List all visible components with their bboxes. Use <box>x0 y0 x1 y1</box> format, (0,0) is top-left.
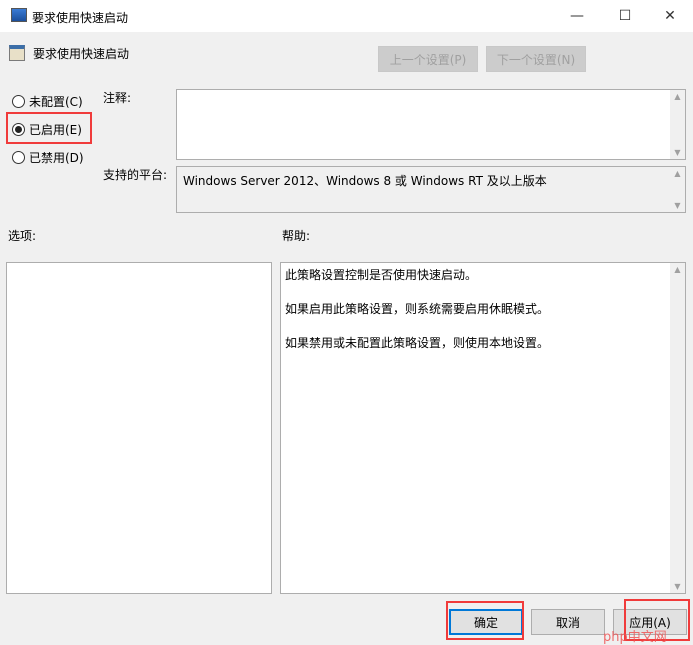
radio-label: 已禁用(D) <box>29 151 84 165</box>
setting-title: 要求使用快速启动 <box>33 47 130 61</box>
next-setting-button[interactable]: 下一个设置(N) <box>486 46 586 72</box>
title-bar: 要求使用快速启动 — ☐ ✕ <box>0 0 693 32</box>
maximize-button[interactable]: ☐ <box>602 0 648 32</box>
help-paragraph: 此策略设置控制是否使用快速启动。 <box>285 268 478 282</box>
comment-textarea[interactable]: ▲ ▼ <box>176 89 686 160</box>
watermark: php中文网 <box>603 630 667 645</box>
help-panel: 此策略设置控制是否使用快速启动。 如果启用此策略设置，则系统需要启用休眠模式。 … <box>280 262 686 594</box>
options-label: 选项: <box>8 229 37 243</box>
platform-field: Windows Server 2012、Windows 8 或 Windows … <box>176 166 686 213</box>
previous-setting-button[interactable]: 上一个设置(P) <box>378 46 478 72</box>
help-paragraph: 如果禁用或未配置此策略设置，则使用本地设置。 <box>285 336 550 350</box>
help-paragraph: 如果启用此策略设置，则系统需要启用休眠模式。 <box>285 302 550 316</box>
radio-label: 未配置(C) <box>29 95 83 109</box>
options-panel <box>6 262 272 594</box>
radio-disabled[interactable]: 已禁用(D) <box>12 149 84 166</box>
window-title: 要求使用快速启动 <box>32 11 129 25</box>
help-label: 帮助: <box>282 229 311 243</box>
close-button[interactable]: ✕ <box>647 0 693 32</box>
policy-app-icon <box>11 8 27 22</box>
radio-circle[interactable] <box>12 95 25 108</box>
scrollbar[interactable]: ▲ ▼ <box>670 167 685 212</box>
scrollbar[interactable]: ▲ ▼ <box>670 263 685 593</box>
setting-icon <box>9 45 25 61</box>
highlight-box <box>446 601 524 640</box>
minimize-button[interactable]: — <box>554 0 600 32</box>
cancel-button[interactable]: 取消 <box>531 609 605 635</box>
platform-label: 支持的平台: <box>103 168 168 182</box>
comment-label: 注释: <box>103 91 132 105</box>
radio-not-configured[interactable]: 未配置(C) <box>12 93 83 110</box>
scrollbar[interactable]: ▲ ▼ <box>670 90 685 159</box>
radio-circle[interactable] <box>12 151 25 164</box>
highlight-box <box>6 112 92 144</box>
platform-value: Windows Server 2012、Windows 8 或 Windows … <box>183 174 547 188</box>
